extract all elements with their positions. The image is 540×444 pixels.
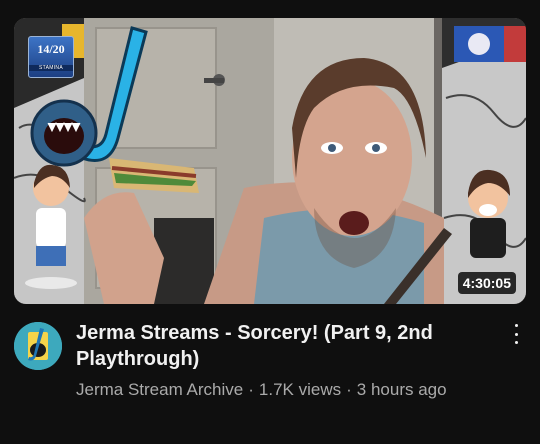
channel-avatar[interactable] [14,322,62,370]
stamina-badge: 14/20 STAMINA [28,36,74,78]
more-vert-icon[interactable] [508,322,524,346]
video-title[interactable]: Jerma Streams - Sorcery! (Part 9, 2nd Pl… [76,320,476,372]
channel-avatar-icon [14,322,62,370]
channel-name[interactable]: Jerma Stream Archive [76,380,243,399]
view-count: 1.7K views [258,380,342,399]
video-details: Jerma Streams - Sorcery! (Part 9, 2nd Pl… [14,318,526,428]
separator: · [248,380,254,399]
duration-badge: 4:30:05 [457,272,516,294]
video-metadata: Jerma Stream Archive · 1.7K views · 3 hours … [76,378,486,401]
upload-age: 3 hours ago [356,380,447,399]
stamina-value: 14/20 [37,42,65,56]
video-thumbnail[interactable]: 14/20 STAMINA 4:30:05 [14,18,526,304]
separator: · [346,380,352,399]
thumbnail-image [14,18,526,304]
stamina-label: STAMINA [29,65,73,71]
